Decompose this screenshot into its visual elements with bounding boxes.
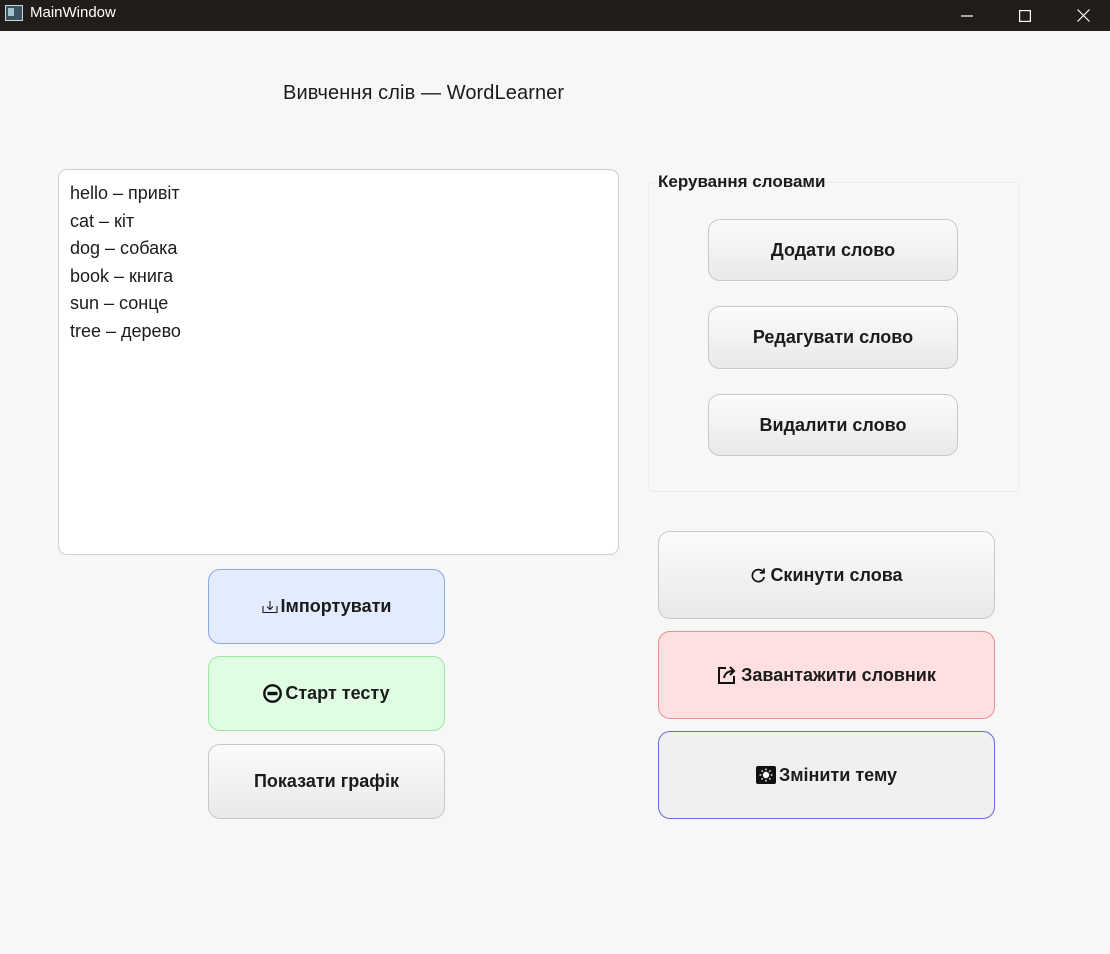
add-word-button[interactable]: Додати слово: [708, 219, 958, 281]
maximize-icon: [1019, 9, 1031, 22]
change-theme-label: Змінити тему: [778, 764, 898, 785]
list-item[interactable]: sun – сонце: [70, 290, 607, 318]
start-test-label: Старт тесту: [285, 683, 390, 703]
start-test-button[interactable]: Старт тесту: [208, 656, 445, 731]
download-dictionary-label: Завантажити словник: [741, 664, 936, 685]
show-chart-button[interactable]: Показати графік: [208, 744, 445, 819]
list-item[interactable]: tree – дерево: [70, 318, 607, 346]
window-title: MainWindow: [30, 4, 116, 21]
import-label: Імпортувати: [280, 596, 392, 616]
sun-icon: [755, 766, 776, 784]
export-icon: [717, 665, 738, 685]
manage-words-title: Керування словами: [658, 172, 826, 191]
show-chart-label: Показати графік: [253, 771, 400, 791]
delete-word-button[interactable]: Видалити слово: [708, 394, 958, 456]
page-title: Вивчення слів — WordLearner: [283, 82, 565, 104]
refresh-icon: [750, 567, 767, 584]
no-entry-icon: [263, 684, 283, 703]
word-list[interactable]: hello – привіт cat – кіт dog – собака bo…: [58, 169, 619, 555]
reset-words-button[interactable]: Скинути слова: [658, 531, 995, 619]
close-icon: [1076, 9, 1090, 22]
import-icon: [261, 600, 278, 614]
add-word-label: Додати слово: [770, 239, 896, 260]
list-item[interactable]: hello – привіт: [70, 180, 607, 208]
download-dictionary-button[interactable]: Завантажити словник: [658, 631, 995, 719]
close-button[interactable]: [1060, 0, 1106, 31]
edit-word-label: Редагувати слово: [752, 327, 914, 347]
list-item[interactable]: dog – собака: [70, 235, 607, 263]
list-item[interactable]: cat – кіт: [70, 208, 607, 236]
change-theme-button[interactable]: Змінити тему: [658, 731, 995, 819]
minimize-icon: [961, 14, 973, 17]
app-icon: [5, 5, 23, 21]
reset-words-label: Скинути слова: [770, 564, 903, 585]
list-item[interactable]: book – книга: [70, 263, 607, 291]
delete-word-label: Видалити слово: [759, 414, 907, 435]
title-bar: MainWindow: [0, 0, 1110, 31]
import-button[interactable]: Імпортувати: [208, 569, 445, 644]
edit-word-button[interactable]: Редагувати слово: [708, 306, 958, 369]
maximize-button[interactable]: [1002, 0, 1048, 31]
minimize-button[interactable]: [944, 0, 990, 31]
